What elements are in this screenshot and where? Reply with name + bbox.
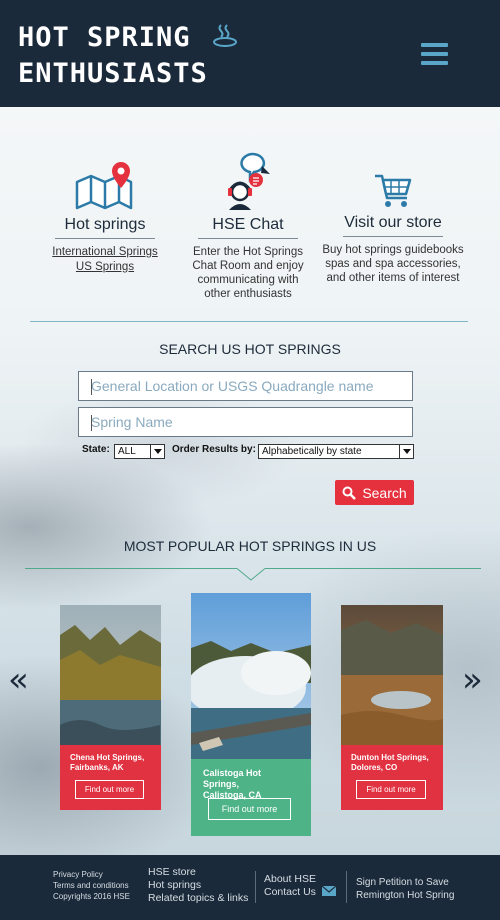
search-title: SEARCH US HOT SPRINGS — [159, 341, 341, 357]
privacy-link[interactable]: Privacy Policy — [53, 869, 130, 880]
card-name: Calistoga Hot Springs, Calistoga, CA — [203, 768, 262, 800]
carousel-next-icon[interactable]: » — [462, 663, 483, 697]
card-photo — [60, 605, 161, 745]
title-rule — [343, 236, 443, 237]
footer-col-links: HSE store Hot springs Related topics & l… — [148, 866, 248, 905]
contact-label: Contact Us — [264, 886, 316, 898]
card-chena[interactable]: Chena Hot Springs, Fairbanks, AK Find ou… — [60, 605, 161, 810]
feature-store: Visit our store Buy hot springs guideboo… — [318, 172, 468, 285]
card-panel: Dunton Hot Springs, Dolores, CO Find out… — [341, 745, 443, 810]
state-select[interactable]: ALL — [114, 444, 165, 459]
hot-spring-icon — [212, 24, 237, 47]
chat-icon — [228, 152, 270, 210]
footer-separator — [346, 871, 347, 903]
mail-icon — [321, 885, 337, 896]
footer-link-store[interactable]: HSE store — [148, 866, 248, 879]
feature-desc-store: Buy hot springs guidebooks spas and spa … — [322, 244, 464, 284]
location-input[interactable]: General Location or USGS Quadrangle name — [78, 371, 413, 401]
card-panel: Chena Hot Springs, Fairbanks, AK Find ou… — [60, 745, 161, 810]
logo-line-2: ENTHUSIASTS — [18, 58, 208, 89]
card-name: Dunton Hot Springs, Dolores, CO — [351, 753, 429, 772]
search-icon — [342, 486, 357, 500]
state-label: State: — [82, 444, 110, 455]
footer-col-about: About HSE Contact Us — [264, 873, 337, 899]
feature-title-store[interactable]: Visit our store — [318, 214, 468, 232]
title-rule — [198, 238, 298, 239]
hamburger-menu-icon[interactable] — [421, 43, 448, 67]
feature-desc-hse-chat: Enter the Hot Springs Chat Room and enjo… — [192, 246, 304, 300]
terms-link[interactable]: Terms and conditions — [53, 880, 130, 891]
footer-legal: Privacy Policy Terms and conditions Copy… — [53, 869, 130, 902]
footer-link-about[interactable]: About HSE — [264, 873, 336, 886]
feature-title-hot-springs: Hot springs — [64, 216, 146, 233]
section-divider — [30, 321, 468, 322]
link-international-springs[interactable]: International Springs — [40, 245, 170, 260]
feature-title-hse-chat[interactable]: HSE Chat — [188, 216, 308, 234]
link-us-springs[interactable]: US Springs — [40, 260, 170, 275]
feature-hse-chat: HSE Chat Enter the Hot Springs Chat Room… — [188, 150, 308, 301]
search-button[interactable]: Search — [335, 480, 414, 505]
footer-link-related[interactable]: Related topics & links — [148, 892, 248, 905]
find-out-more-button[interactable]: Find out more — [356, 780, 426, 799]
site-header: HOT SPRING ENTHUSIASTS — [0, 0, 500, 107]
logo-line-1: HOT SPRING — [18, 22, 191, 53]
title-rule — [55, 238, 155, 239]
card-name: Chena Hot Springs, Fairbanks, AK — [70, 753, 145, 772]
card-calistoga[interactable]: Calistoga Hot Springs, Calistoga, CA Fin… — [191, 593, 311, 836]
card-photo — [191, 593, 311, 761]
site-logo[interactable]: HOT SPRING ENTHUSIASTS — [18, 20, 238, 92]
card-panel: Calistoga Hot Springs, Calistoga, CA Fin… — [191, 759, 311, 836]
carousel-prev-icon[interactable]: « — [8, 663, 29, 697]
state-select-value: ALL — [118, 446, 136, 457]
card-photo — [341, 605, 443, 745]
card-dunton[interactable]: Dunton Hot Springs, Dolores, CO Find out… — [341, 605, 443, 810]
petition-line-1: Sign Petition to Save — [356, 877, 449, 888]
find-out-more-button[interactable]: Find out more — [75, 780, 144, 799]
order-select[interactable]: Alphabetically by state — [258, 444, 414, 459]
order-select-value: Alphabetically by state — [262, 446, 362, 457]
spring-name-input[interactable]: Spring Name — [78, 407, 413, 437]
find-out-more-button[interactable]: Find out more — [208, 798, 291, 820]
footer-separator — [255, 871, 256, 903]
footer-link-contact[interactable]: Contact Us — [264, 885, 337, 899]
search-button-label: Search — [362, 484, 407, 501]
order-label: Order Results by: — [172, 444, 256, 455]
popular-title: MOST POPULAR HOT SPRINGS IN US — [123, 538, 377, 554]
footer-petition[interactable]: Sign Petition to Save Remington Hot Spri… — [356, 876, 454, 902]
chevron-down-icon — [150, 445, 164, 458]
popular-rule-left — [25, 568, 237, 569]
petition-line-2: Remington Hot Spring — [356, 890, 455, 901]
feature-hot-springs: Hot springs International Springs US Spr… — [40, 160, 170, 275]
chevron-down-icon — [399, 445, 413, 458]
shopping-cart-icon — [375, 174, 412, 207]
popular-rule-right — [265, 568, 481, 569]
footer-link-hot-springs[interactable]: Hot springs — [148, 879, 248, 892]
site-footer: Privacy Policy Terms and conditions Copy… — [0, 855, 500, 920]
popular-notch — [236, 568, 266, 581]
map-pin-icon — [75, 162, 133, 210]
copyright-text: Copyrights 2016 HSE — [53, 892, 130, 901]
